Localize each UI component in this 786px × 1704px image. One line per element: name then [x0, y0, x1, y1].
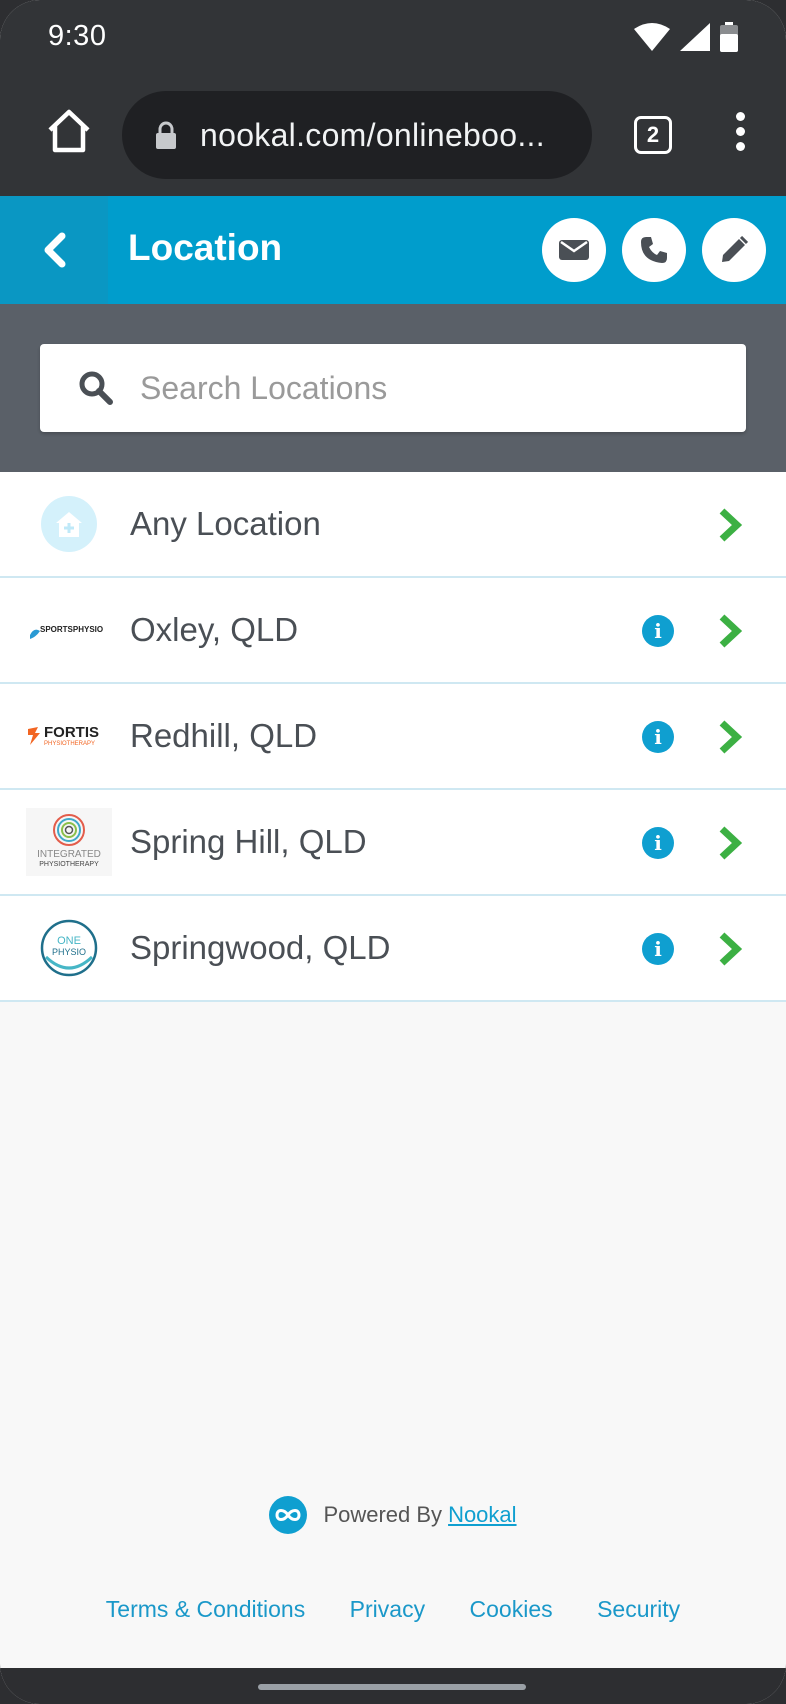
security-link[interactable]: Security — [597, 1596, 680, 1622]
location-name: Redhill, QLD — [130, 717, 318, 754]
privacy-link[interactable]: Privacy — [350, 1596, 425, 1622]
house-icon — [41, 496, 97, 552]
chevron-left-icon — [44, 232, 66, 268]
chevron-right-icon[interactable] — [716, 612, 744, 650]
location-name: Spring Hill, QLD — [130, 823, 367, 860]
email-button[interactable] — [542, 218, 606, 282]
powered-by-text: Powered By — [323, 1502, 443, 1527]
browser-toolbar: nookal.com/onlineboo... 2 — [0, 76, 786, 196]
browser-menu-icon[interactable] — [730, 112, 750, 158]
gesture-handle[interactable] — [258, 1684, 526, 1690]
lock-icon — [156, 121, 176, 149]
nookal-infinity-icon — [269, 1496, 308, 1534]
sportsphysio-text: SPORTSPHYSIO — [40, 625, 103, 634]
status-bar: 9:30 — [0, 0, 786, 76]
app-header: Location — [0, 196, 786, 304]
nookal-link[interactable]: Nookal — [448, 1502, 516, 1528]
page-title: Location — [128, 227, 283, 268]
chevron-right-icon[interactable] — [716, 824, 744, 862]
phone-button[interactable] — [622, 218, 686, 282]
one-text: ONE — [57, 935, 81, 947]
status-time: 9:30 — [48, 20, 107, 52]
phone-screen: 9:30 nookal.com/onlineboo... 2 Location … — [0, 0, 786, 1704]
location-name: Oxley, QLD — [130, 611, 299, 648]
location-name: Springwood, QLD — [130, 929, 391, 966]
search-box[interactable] — [40, 344, 746, 432]
envelope-icon — [559, 240, 589, 260]
status-icons — [634, 22, 738, 52]
integrated-sub: PHYSIOTHERAPY — [39, 861, 99, 868]
sportsphysio-logo: SPORTSPHYSIO — [26, 596, 112, 664]
location-row-springwood[interactable]: ONE PHYSIO Springwood, QLD i — [0, 896, 786, 1002]
location-row-oxley[interactable]: SPORTSPHYSIO Oxley, QLD i — [0, 578, 786, 684]
wifi-icon — [634, 23, 670, 51]
location-row-any[interactable]: Any Location — [0, 472, 786, 578]
edit-button[interactable] — [702, 218, 766, 282]
battery-icon — [720, 22, 738, 52]
location-logo — [26, 490, 112, 558]
location-list: Any Location SPORTSPHYSIO Oxley, QLD i F… — [0, 472, 786, 1002]
info-icon[interactable]: i — [642, 721, 674, 753]
info-icon[interactable]: i — [642, 827, 674, 859]
search-section — [0, 304, 786, 472]
fortis-sub: PHYSIOTHERAPY — [44, 741, 95, 747]
info-icon[interactable]: i — [642, 933, 674, 965]
fortis-logo: FORTIS PHYSIOTHERAPY — [26, 702, 112, 770]
powered-by: Powered By Nookal — [0, 1492, 786, 1538]
location-name: Any Location — [130, 505, 321, 542]
footer-links: Terms & Conditions Privacy Cookies Secur… — [0, 1596, 786, 1623]
onephysio-logo: ONE PHYSIO — [26, 914, 112, 982]
physio-text: PHYSIO — [52, 947, 86, 957]
phone-icon — [641, 237, 667, 263]
integrated-logo: INTEGRATED PHYSIOTHERAPY — [26, 808, 112, 876]
terms-link[interactable]: Terms & Conditions — [106, 1596, 305, 1622]
navigation-gesture-bar — [0, 1668, 786, 1704]
integrated-text: INTEGRATED — [37, 849, 101, 860]
info-icon[interactable]: i — [642, 615, 674, 647]
signal-icon — [680, 23, 710, 51]
url-text: nookal.com/onlineboo... — [200, 116, 545, 153]
location-row-spring-hill[interactable]: INTEGRATED PHYSIOTHERAPY Spring Hill, QL… — [0, 790, 786, 896]
back-button[interactable] — [0, 196, 108, 304]
search-icon — [79, 371, 113, 405]
cookies-link[interactable]: Cookies — [470, 1596, 553, 1622]
fortis-text: FORTIS — [44, 724, 99, 741]
chevron-right-icon[interactable] — [716, 506, 744, 544]
chevron-right-icon[interactable] — [716, 718, 744, 756]
chevron-right-icon[interactable] — [716, 930, 744, 968]
pencil-icon — [722, 236, 748, 262]
search-input[interactable] — [140, 369, 700, 407]
home-icon[interactable] — [44, 106, 94, 156]
address-bar[interactable]: nookal.com/onlineboo... — [122, 91, 592, 179]
location-row-redhill[interactable]: FORTIS PHYSIOTHERAPY Redhill, QLD i — [0, 684, 786, 790]
tab-switcher-button[interactable]: 2 — [634, 116, 672, 154]
